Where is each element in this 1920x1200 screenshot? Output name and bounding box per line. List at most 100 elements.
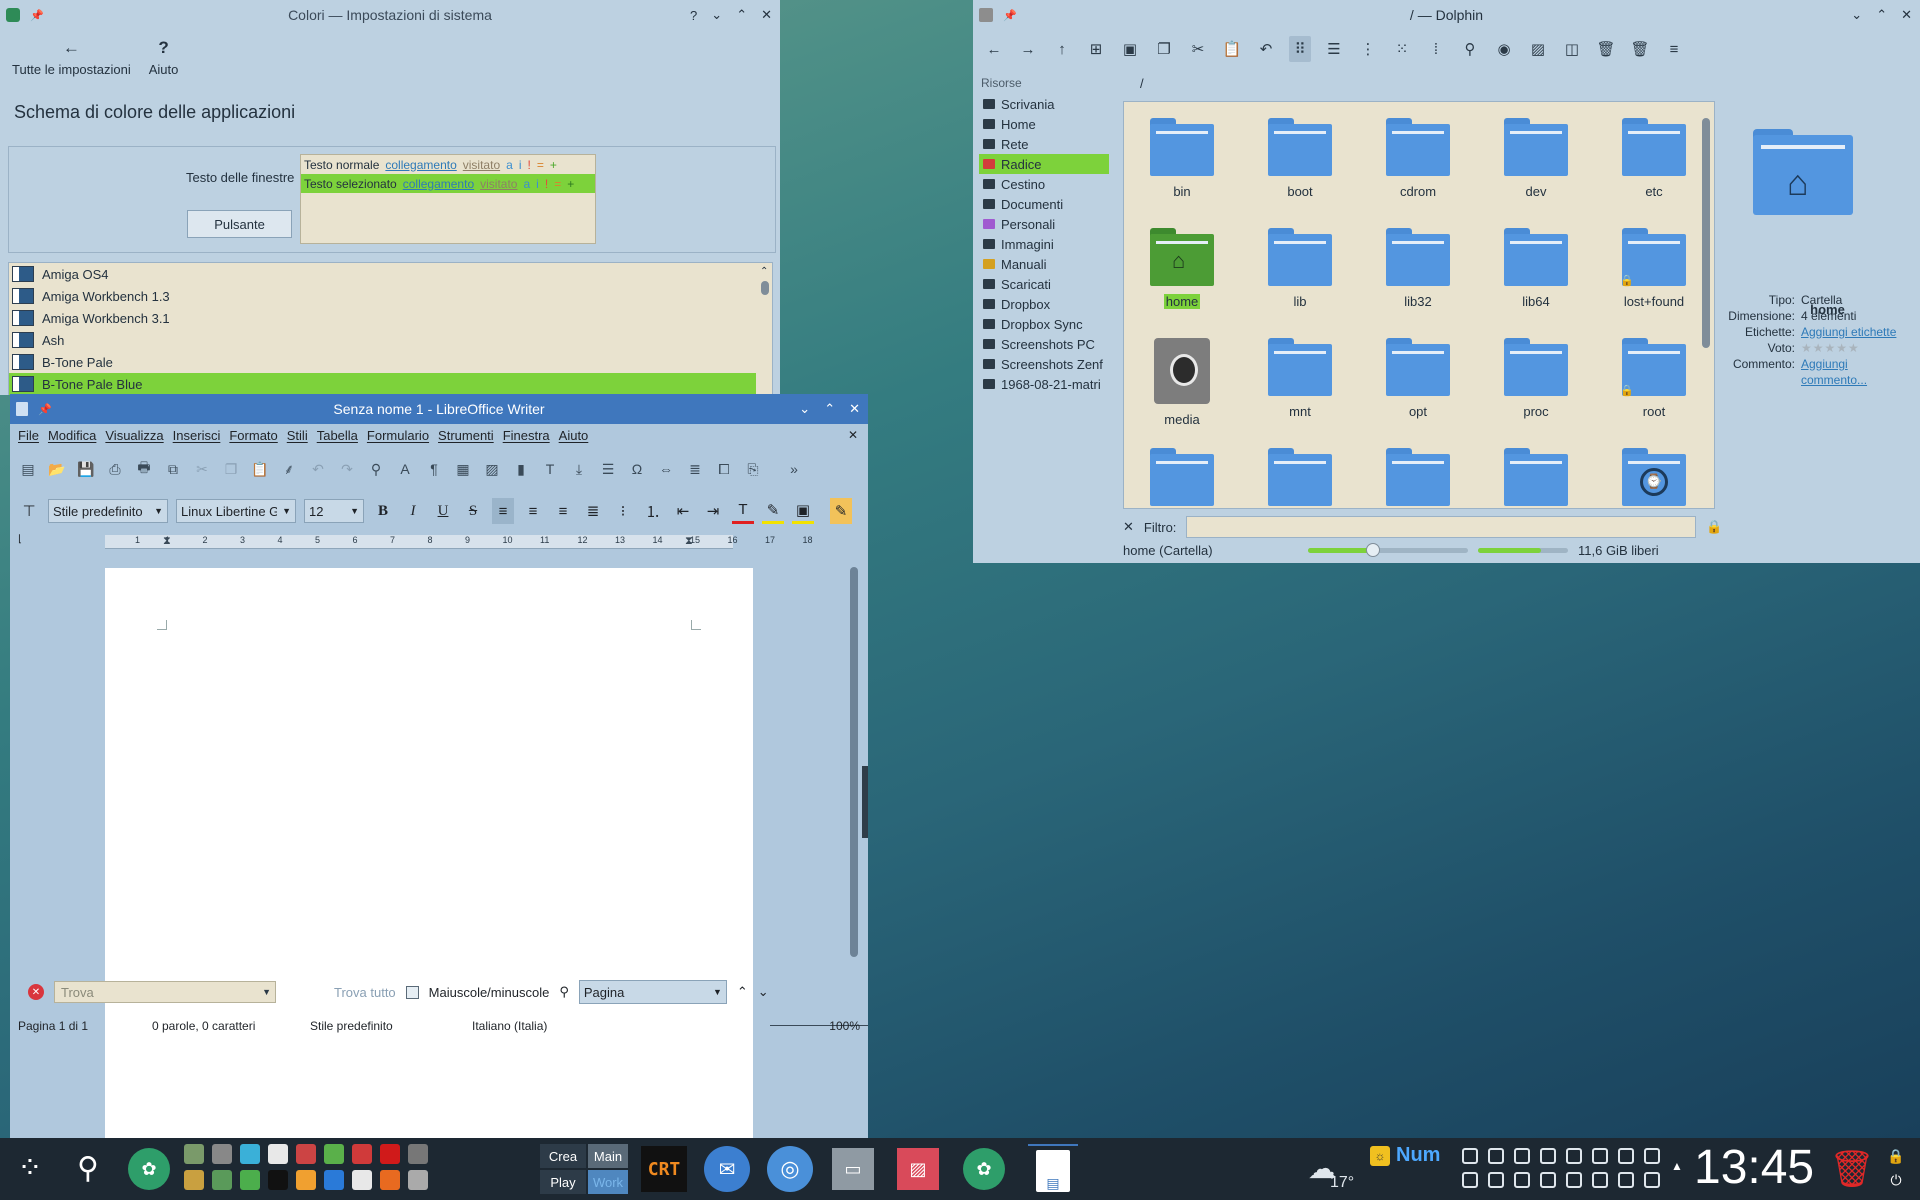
maximize-button[interactable]: ⌃ — [1876, 7, 1887, 23]
expand-icon[interactable] — [408, 1170, 428, 1190]
hyperlink-icon[interactable]: ⇔ — [656, 458, 676, 480]
sidebar-item-scrivania[interactable]: Scrivania — [979, 94, 1109, 114]
file-view-scrollbar[interactable] — [1702, 106, 1710, 504]
copy-icon[interactable]: ❐ — [1153, 36, 1175, 62]
close-button[interactable]: ✕ — [761, 7, 772, 23]
file-item[interactable]: lib32 — [1368, 228, 1468, 309]
decrease-indent-icon[interactable]: ⇤ — [672, 498, 694, 524]
zoom-slider[interactable] — [1308, 543, 1468, 557]
styles-sidebar-icon[interactable]: ⊤ — [18, 498, 40, 524]
list-item[interactable]: Amiga OS4 — [9, 263, 756, 285]
bluetooth-icon[interactable] — [1540, 1148, 1556, 1164]
usb-icon[interactable] — [1514, 1172, 1530, 1188]
menu-finestra[interactable]: Finestra — [503, 428, 550, 443]
thunderbird-icon[interactable]: ✉ — [704, 1146, 750, 1192]
copy-icon[interactable]: ❐ — [221, 458, 241, 480]
hp-icon[interactable] — [1540, 1172, 1556, 1188]
document-page[interactable] — [105, 568, 753, 1138]
trash-bin-icon[interactable]: 🗑 — [1829, 1146, 1875, 1192]
sidebar-toggle-handle[interactable] — [862, 766, 868, 838]
formatting-marks-icon[interactable]: ¶ — [424, 458, 444, 480]
align-left-icon[interactable]: ≡ — [492, 498, 514, 524]
send-icon[interactable] — [1566, 1148, 1582, 1164]
close-find-icon[interactable]: ✕ — [28, 984, 44, 1000]
spelling-icon[interactable]: A — [395, 458, 415, 480]
minimize-button[interactable]: ⌄ — [711, 7, 722, 23]
list-item[interactable]: Amiga Workbench 1.3 — [9, 285, 756, 307]
maximize-button[interactable]: ⌃ — [824, 401, 835, 417]
chromium-icon[interactable]: ◎ — [767, 1146, 813, 1192]
sidebar-item-rete[interactable]: Rete — [979, 134, 1109, 154]
file-item[interactable] — [1368, 448, 1468, 508]
list-item[interactable]: B-Tone Pale — [9, 351, 756, 373]
tray-expand-icon[interactable]: ▲ — [1670, 1156, 1684, 1176]
teamviewer-icon[interactable] — [324, 1170, 344, 1190]
clipboard-icon[interactable]: ☼ — [1370, 1146, 1390, 1166]
sidebar-item-1968-08-21-matri[interactable]: 1968-08-21-matri — [979, 374, 1109, 394]
file-item[interactable]: cdrom — [1368, 118, 1468, 199]
delete-icon[interactable]: 🗑 — [1629, 36, 1651, 62]
close-button[interactable]: ✕ — [849, 401, 860, 417]
file-item[interactable]: lib64 — [1486, 228, 1586, 309]
add-comment-link[interactable]: Aggiungi commento... — [1801, 356, 1871, 388]
settings-task-icon[interactable]: ✿ — [963, 1148, 1005, 1190]
menu-formulario[interactable]: Formulario — [367, 428, 429, 443]
special-character-icon[interactable]: Ω — [627, 458, 647, 480]
mail-icon[interactable] — [1514, 1148, 1530, 1164]
file-item[interactable] — [1250, 448, 1350, 508]
find-next-icon[interactable]: ⌄ — [758, 984, 769, 1000]
file-item[interactable]: proc — [1486, 338, 1586, 419]
activity-play[interactable]: Play — [540, 1170, 586, 1194]
close-document-icon[interactable]: ✕ — [848, 428, 858, 442]
sidebar-item-manuali[interactable]: Manuali — [979, 254, 1109, 274]
add-tags-link[interactable]: Aggiungi etichette — [1801, 324, 1896, 340]
sort-icon[interactable]: ⁞ — [1425, 36, 1447, 62]
file-item[interactable]: lib — [1250, 228, 1350, 309]
up-icon[interactable]: ↑ — [1051, 36, 1073, 62]
power-icon[interactable]: ⏻ — [1886, 1170, 1906, 1190]
zoom-level[interactable]: 100% — [829, 1019, 860, 1033]
activity-work[interactable]: Work — [588, 1170, 628, 1194]
language[interactable]: Italiano (Italia) — [472, 1019, 547, 1033]
save-icon[interactable]: 💾 — [76, 458, 96, 480]
sidebar-item-personali[interactable]: Personali — [979, 214, 1109, 234]
file-item[interactable]: 🔒 lost+found — [1604, 228, 1704, 309]
banana-icon[interactable] — [296, 1170, 316, 1190]
file-item[interactable]: boot — [1250, 118, 1350, 199]
media-icon[interactable] — [1488, 1172, 1504, 1188]
document-viewer-icon[interactable] — [268, 1144, 288, 1164]
left-indent-marker[interactable]: ⧗ — [163, 535, 171, 548]
export-pdf-icon[interactable]: ⎙ — [105, 458, 125, 480]
spreadsheet-icon[interactable] — [352, 1170, 372, 1190]
sysmon-icon[interactable] — [212, 1144, 232, 1164]
user-icon[interactable] — [1618, 1148, 1634, 1164]
menu-tabella[interactable]: Tabella — [317, 428, 358, 443]
lock-screen-icon[interactable]: 🔒 — [1886, 1146, 1906, 1166]
menu-file[interactable]: File — [18, 428, 39, 443]
image-preview-icon[interactable]: ▨ — [1527, 36, 1549, 62]
increase-indent-icon[interactable]: ⇥ — [702, 498, 724, 524]
writer-task-icon[interactable]: ▤ — [1028, 1144, 1078, 1196]
new-tab-icon[interactable]: ⊞ — [1085, 36, 1107, 62]
sidebar-item-screenshots-pc[interactable]: Screenshots PC — [979, 334, 1109, 354]
menu-aiuto[interactable]: Aiuto — [559, 428, 589, 443]
vertical-scrollbar[interactable] — [850, 549, 858, 979]
insert-textbox-icon[interactable]: T — [540, 458, 560, 480]
display-icon[interactable] — [1592, 1172, 1608, 1188]
monitor-icon[interactable] — [184, 1170, 204, 1190]
find-scope-select[interactable]: Pagina ▼ — [578, 980, 727, 1004]
file-item[interactable]: media — [1132, 338, 1232, 427]
sidebar-item-dropbox-sync[interactable]: Dropbox Sync — [979, 314, 1109, 334]
print-icon[interactable]: 🖶 — [134, 458, 154, 480]
page-count[interactable]: Pagina 1 di 1 — [18, 1019, 88, 1033]
power-tray-icon[interactable] — [1644, 1172, 1660, 1188]
network-folder-icon[interactable] — [1462, 1148, 1478, 1164]
undo-icon[interactable]: ↶ — [1255, 36, 1277, 62]
page-break-icon[interactable]: ⤓ — [569, 458, 589, 480]
minimize-button[interactable]: ⌄ — [1851, 7, 1862, 23]
details-view-icon[interactable]: ☰ — [1323, 36, 1345, 62]
justify-icon[interactable]: ≣ — [582, 498, 604, 524]
file-item[interactable]: dev — [1486, 118, 1586, 199]
cut-icon[interactable]: ✂ — [1187, 36, 1209, 62]
sidebar-item-cestino[interactable]: Cestino — [979, 174, 1109, 194]
